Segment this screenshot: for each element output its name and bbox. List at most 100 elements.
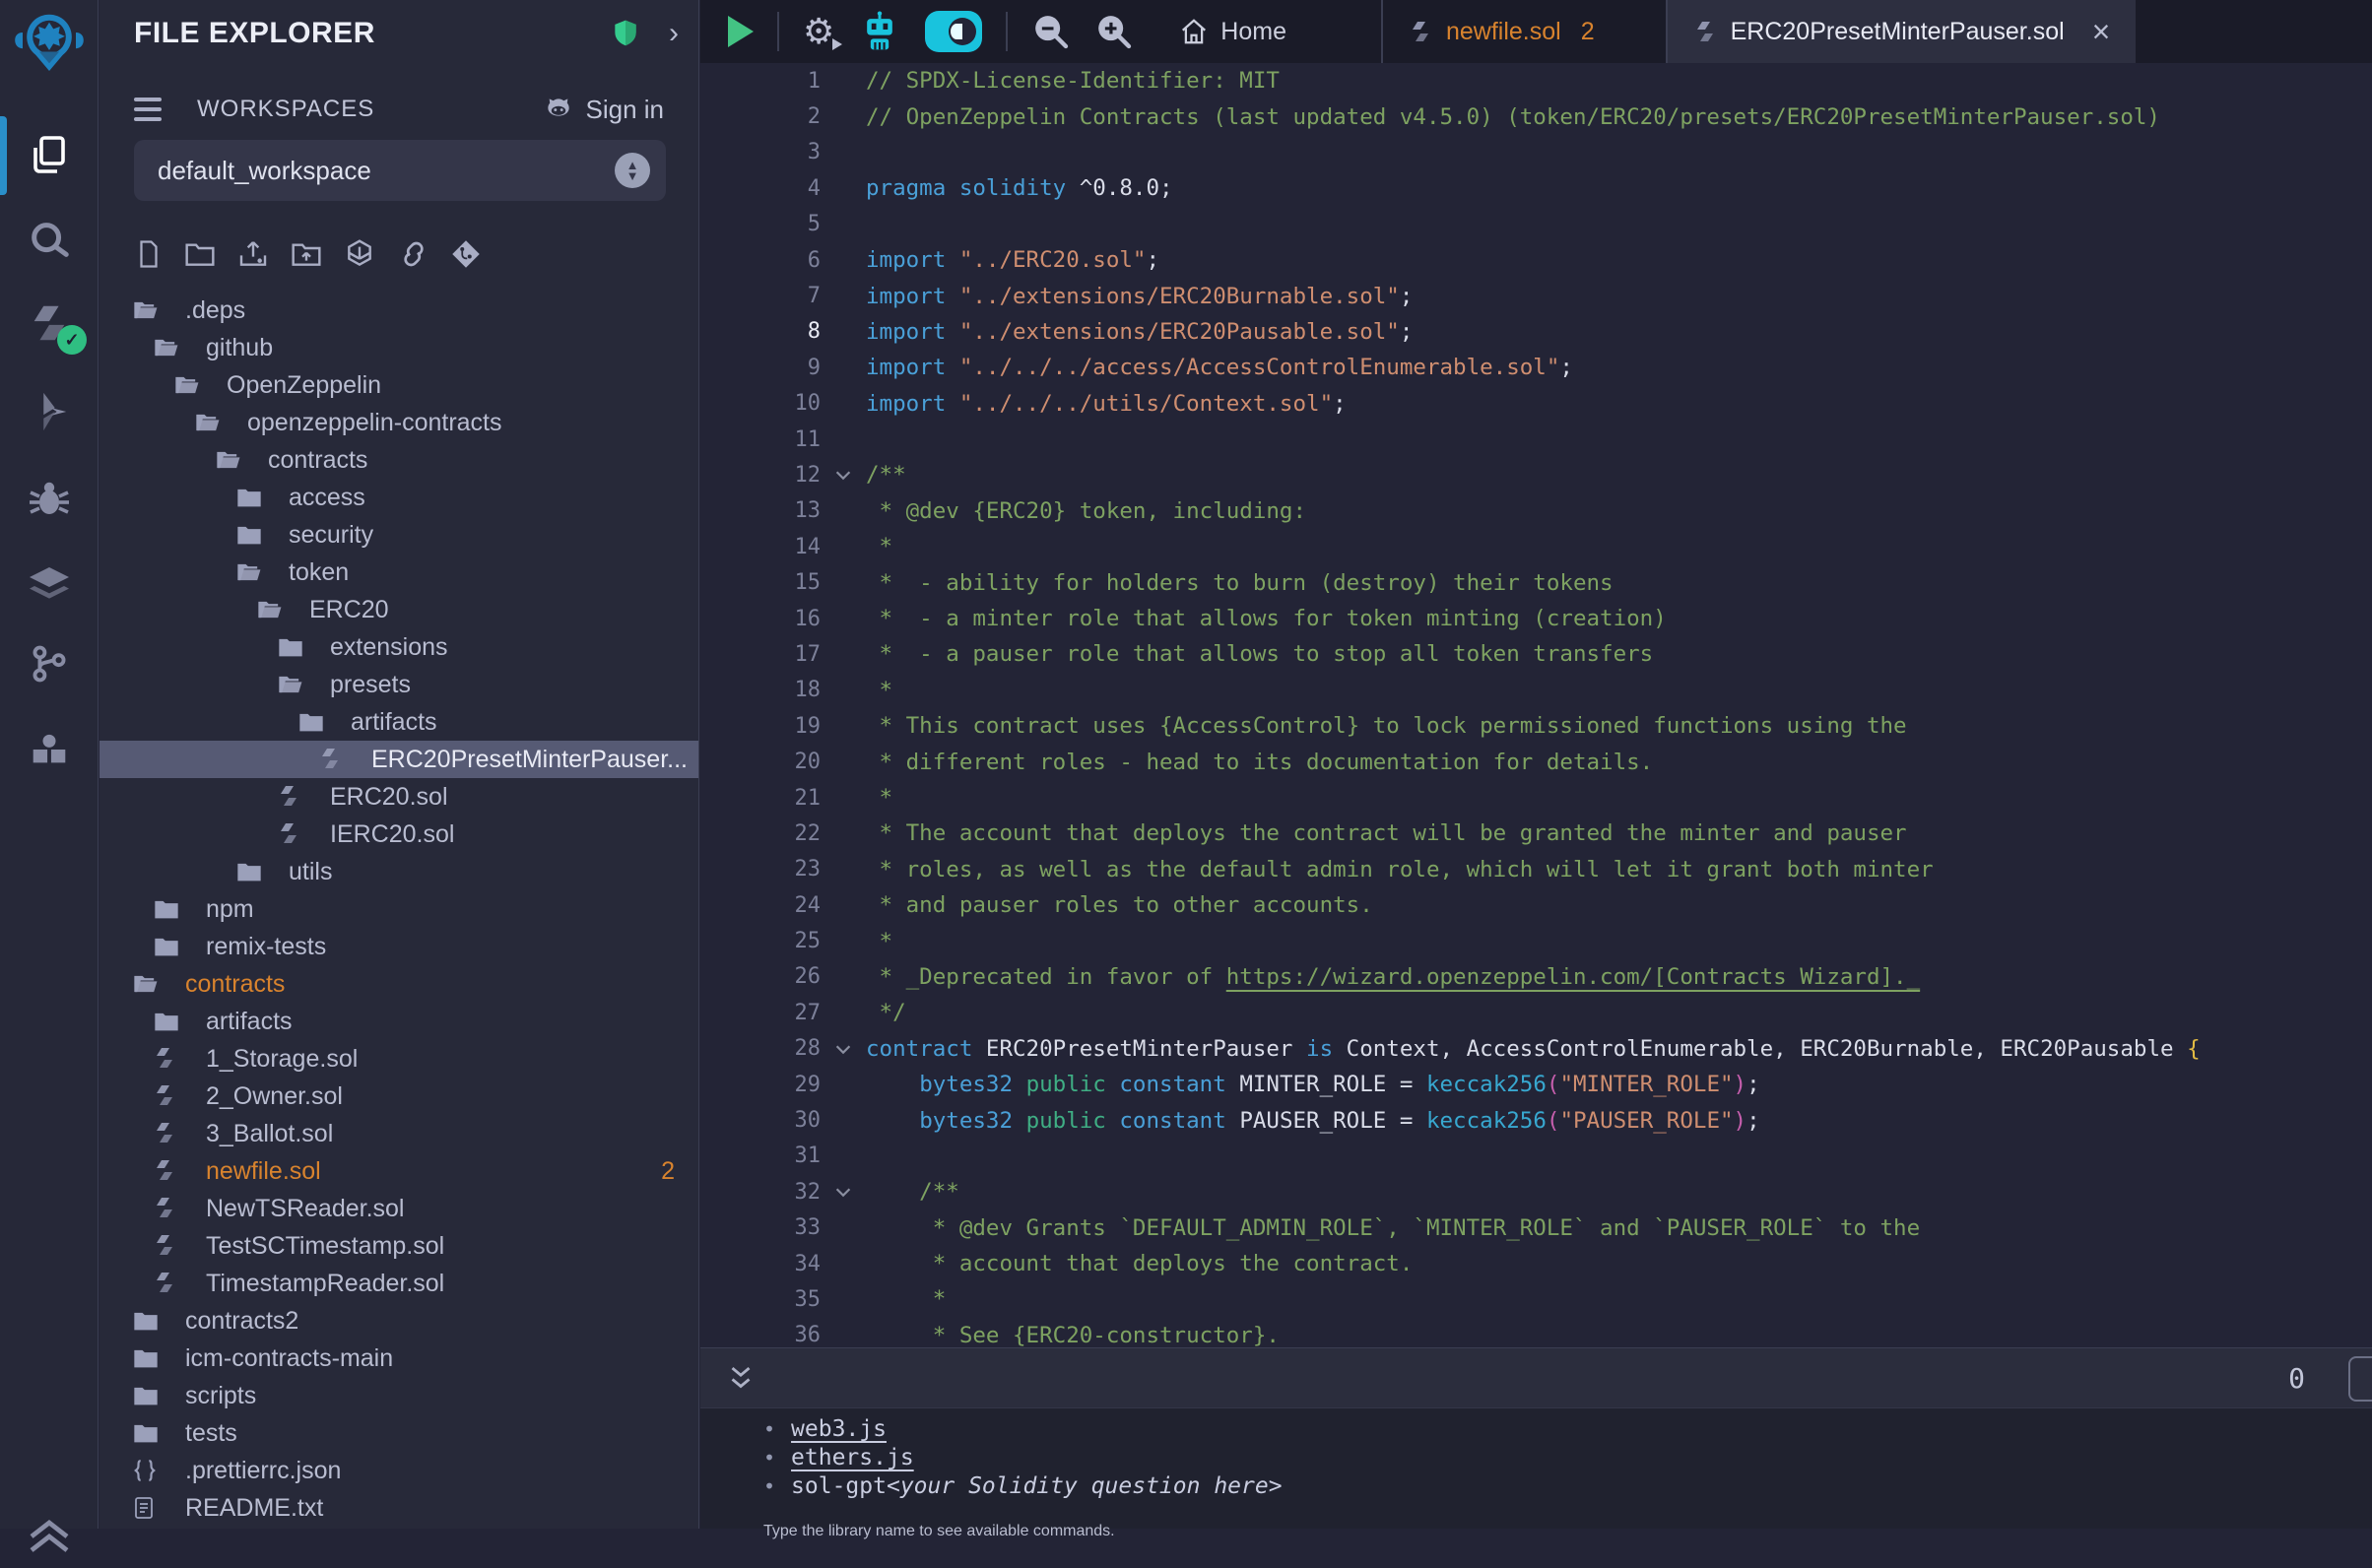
tree-item-presets[interactable]: presets — [99, 666, 698, 703]
code-line[interactable]: 11 — [700, 422, 2372, 457]
code-line[interactable]: 31 — [700, 1139, 2372, 1174]
tree-item-1-storage-sol[interactable]: 1_Storage.sol — [99, 1040, 698, 1078]
code-line[interactable]: 16 * - a minter role that allows for tok… — [700, 601, 2372, 636]
tree-item-icm-contracts-main[interactable]: icm-contracts-main — [99, 1339, 698, 1377]
tree-item-testsctimestamp-sol[interactable]: TestSCTimestamp.sol — [99, 1227, 698, 1265]
tree-item-deps[interactable]: .deps — [99, 292, 698, 329]
tree-item-tests[interactable]: tests — [99, 1414, 698, 1452]
sidebar-item-settings[interactable] — [0, 1497, 99, 1568]
fold-chevron-icon[interactable] — [821, 464, 866, 486]
code-line[interactable]: 26 * _Deprecated in favor of https://wiz… — [700, 959, 2372, 995]
code-line[interactable]: 36 * See {ERC20-constructor}. — [700, 1318, 2372, 1347]
tree-item-access[interactable]: access — [99, 479, 698, 516]
tab-newfile-sol[interactable]: newfile.sol 2 — [1381, 0, 1620, 63]
tree-item-contracts2[interactable]: contracts2 — [99, 1302, 698, 1339]
workspace-select[interactable]: default_workspace ▲▼ — [134, 140, 666, 201]
tree-item-openzeppelin-contracts[interactable]: openzeppelin-contracts — [99, 404, 698, 441]
code-line[interactable]: 7import "../extensions/ERC20Burnable.sol… — [700, 278, 2372, 313]
code-line[interactable]: 33 * @dev Grants `DEFAULT_ADMIN_ROLE`, `… — [700, 1210, 2372, 1246]
zoom-in-icon[interactable] — [1094, 12, 1134, 51]
code-line[interactable]: 12/** — [700, 457, 2372, 492]
github-sign-in[interactable]: Sign in — [541, 94, 665, 125]
terminal-output[interactable]: •web3.js•ethers.js•sol-gpt <your Solidit… — [700, 1408, 2372, 1529]
remix-logo[interactable] — [0, 6, 99, 77]
code-line[interactable]: 2// OpenZeppelin Contracts (last updated… — [700, 98, 2372, 134]
tree-item-readme-txt[interactable]: README.txt — [99, 1489, 698, 1527]
tab-home[interactable]: Home — [1153, 0, 1312, 63]
code-line[interactable]: 24 * and pauser roles to other accounts. — [700, 887, 2372, 923]
code-line[interactable]: 29 bytes32 public constant MINTER_ROLE =… — [700, 1067, 2372, 1102]
tree-item-newfile-sol[interactable]: newfile.sol2 — [99, 1152, 698, 1190]
sidebar-item-search[interactable] — [0, 205, 99, 276]
workspaces-menu-icon[interactable] — [134, 98, 162, 121]
tree-item-scripts[interactable]: scripts — [99, 1377, 698, 1414]
code-line[interactable]: 9import "../../../access/AccessControlEn… — [700, 350, 2372, 385]
sidebar-item-git[interactable] — [0, 628, 99, 699]
upload-file-icon[interactable] — [236, 238, 270, 270]
terminal-link[interactable]: ethers.js — [791, 1445, 914, 1470]
upload-folder-icon[interactable] — [290, 238, 323, 270]
code-line[interactable]: 22 * The account that deploys the contra… — [700, 816, 2372, 851]
tree-item-ierc20-sol[interactable]: IERC20.sol — [99, 816, 698, 853]
code-line[interactable]: 4pragma solidity ^0.8.0; — [700, 170, 2372, 206]
tree-item-2-owner-sol[interactable]: 2_Owner.sol — [99, 1078, 698, 1115]
ai-copilot-robot-icon[interactable] — [858, 10, 901, 53]
code-line[interactable]: 34 * account that deploys the contract. — [700, 1246, 2372, 1281]
code-line[interactable]: 27 */ — [700, 995, 2372, 1030]
collapse-panel-chevron[interactable]: › — [669, 17, 679, 50]
tree-item-contracts[interactable]: contracts — [99, 965, 698, 1003]
tree-item-3-ballot-sol[interactable]: 3_Ballot.sol — [99, 1115, 698, 1152]
sidebar-item-deploy-run[interactable] — [0, 376, 99, 447]
clone-git-icon[interactable] — [451, 238, 481, 270]
sidebar-item-file-explorer[interactable] — [0, 120, 99, 191]
terminal-link[interactable]: web3.js — [791, 1416, 887, 1442]
fold-chevron-icon[interactable] — [821, 1038, 866, 1060]
tree-item-npm[interactable]: npm — [99, 890, 698, 928]
zoom-out-icon[interactable] — [1031, 12, 1071, 51]
code-line[interactable]: 17 * - a pauser role that allows to stop… — [700, 636, 2372, 672]
code-line[interactable]: 6import "../ERC20.sol"; — [700, 242, 2372, 278]
new-file-icon[interactable] — [134, 238, 164, 270]
tree-item-timestampreader-sol[interactable]: TimestampReader.sol — [99, 1265, 698, 1302]
code-line[interactable]: 35 * — [700, 1281, 2372, 1317]
code-line[interactable]: 20 * different roles - head to its docum… — [700, 744, 2372, 779]
code-line[interactable]: 3 — [700, 135, 2372, 170]
tree-item-contracts[interactable]: contracts — [99, 441, 698, 479]
ai-copilot-toggle[interactable] — [925, 11, 982, 52]
link-icon[interactable] — [396, 238, 431, 270]
terminal-search-input[interactable] — [2348, 1356, 2372, 1402]
tree-item-artifacts[interactable]: artifacts — [99, 1003, 698, 1040]
tree-item-security[interactable]: security — [99, 516, 698, 554]
code-editor[interactable]: 1// SPDX-License-Identifier: MIT2// Open… — [700, 63, 2372, 1347]
tree-item-newtsreader-sol[interactable]: NewTSReader.sol — [99, 1190, 698, 1227]
code-line[interactable]: 28contract ERC20PresetMinterPauser is Co… — [700, 1031, 2372, 1067]
code-line[interactable]: 21 * — [700, 780, 2372, 816]
code-line[interactable]: 1// SPDX-License-Identifier: MIT — [700, 63, 2372, 98]
code-line[interactable]: 14 * — [700, 529, 2372, 564]
script-config-button[interactable]: ⚙ — [803, 12, 834, 52]
fold-chevron-icon[interactable] — [821, 1181, 866, 1203]
tree-item-erc20[interactable]: ERC20 — [99, 591, 698, 628]
code-line[interactable]: 18 * — [700, 673, 2372, 708]
code-line[interactable]: 13 * @dev {ERC20} token, including: — [700, 493, 2372, 529]
tab-erc20presetminterpauser-sol[interactable]: ERC20PresetMinterPauser.sol × — [1666, 0, 2137, 63]
code-line[interactable]: 23 * roles, as well as the default admin… — [700, 852, 2372, 887]
tree-item-github[interactable]: github — [99, 329, 698, 366]
code-line[interactable]: 5 — [700, 207, 2372, 242]
tree-item-token[interactable]: token — [99, 554, 698, 591]
run-script-button[interactable] — [728, 16, 754, 47]
sidebar-item-solidity-compiler[interactable]: ✓ — [0, 288, 99, 359]
tree-item-prettierrc-json[interactable]: .prettierrc.json — [99, 1452, 698, 1489]
tree-item-erc20-sol[interactable]: ERC20.sol — [99, 778, 698, 816]
code-line[interactable]: 25 * — [700, 923, 2372, 958]
new-folder-icon[interactable] — [183, 238, 217, 270]
tree-item-extensions[interactable]: extensions — [99, 628, 698, 666]
code-line[interactable]: 32 /** — [700, 1174, 2372, 1209]
tree-item-artifacts[interactable]: artifacts — [99, 703, 698, 741]
sidebar-item-debugger[interactable] — [0, 463, 99, 534]
sidebar-item-unit-testing[interactable] — [0, 550, 99, 621]
workspace-stepper-icon[interactable]: ▲▼ — [615, 153, 650, 188]
expand-terminal-icon[interactable] — [724, 1360, 758, 1396]
ipfs-cube-icon[interactable] — [343, 238, 376, 270]
code-line[interactable]: 30 bytes32 public constant PAUSER_ROLE =… — [700, 1102, 2372, 1138]
